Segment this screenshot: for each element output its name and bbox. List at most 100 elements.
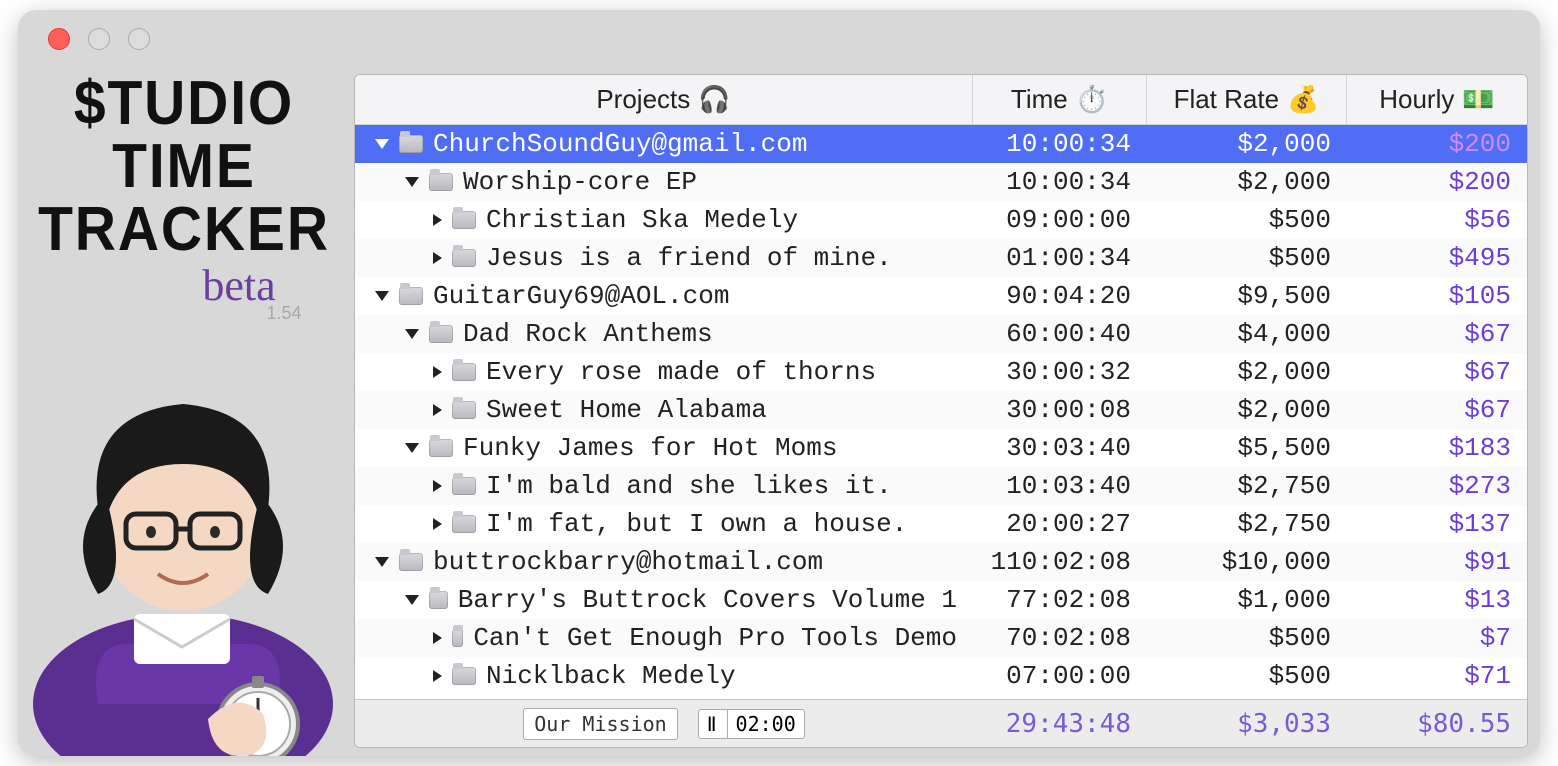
close-button[interactable] — [48, 28, 70, 50]
disclosure-down-icon[interactable] — [375, 557, 389, 567]
header-projects-label: Projects — [596, 84, 690, 115]
headphones-icon: 🎧 — [698, 84, 730, 115]
flatrate-cell: $2,000 — [1147, 395, 1347, 425]
table-row[interactable]: Nicklback Medely07:00:00$500$71 — [355, 657, 1527, 695]
flatrate-cell: $2,000 — [1147, 167, 1347, 197]
table-row[interactable]: Worship-core EP10:00:34$2,000$200 — [355, 163, 1527, 201]
disclosure-right-icon[interactable] — [433, 252, 442, 264]
zoom-button[interactable] — [128, 28, 150, 50]
folder-icon — [452, 515, 476, 533]
pause-button[interactable]: Ⅱ — [699, 710, 728, 738]
table-row[interactable]: buttrockbarry@hotmail.com110:02:08$10,00… — [355, 543, 1527, 581]
hourly-cell: $105 — [1347, 281, 1527, 311]
table-row[interactable]: Jesus is a friend of mine.01:00:34$500$4… — [355, 239, 1527, 277]
app-logo: $TUDIO TIME TRACKER — [31, 72, 336, 262]
flatrate-cell: $500 — [1147, 661, 1347, 691]
project-cell: Jesus is a friend of mine. — [355, 243, 973, 273]
hourly-cell: $13 — [1347, 585, 1527, 615]
table-row[interactable]: GuitarGuy69@AOL.com90:04:20$9,500$105 — [355, 277, 1527, 315]
project-cell: GuitarGuy69@AOL.com — [355, 281, 973, 311]
header-flatrate-label: Flat Rate — [1174, 84, 1280, 115]
hourly-cell: $67 — [1347, 319, 1527, 349]
hourly-cell: $495 — [1347, 243, 1527, 273]
flatrate-cell: $1,000 — [1147, 585, 1347, 615]
table-row[interactable]: Sweet Home Alabama30:00:08$2,000$67 — [355, 391, 1527, 429]
hourly-cell: $200 — [1347, 129, 1527, 159]
folder-icon — [429, 591, 448, 609]
main-panel: Projects 🎧 Time ⏱️ Flat Rate 💰 Hourly 💵 — [350, 68, 1540, 756]
time-cell: 77:02:08 — [973, 585, 1147, 615]
disclosure-right-icon[interactable] — [433, 670, 442, 682]
disclosure-right-icon[interactable] — [433, 632, 442, 644]
folder-icon — [399, 287, 423, 305]
table-row[interactable]: Every rose made of thorns30:00:32$2,000$… — [355, 353, 1527, 391]
folder-icon — [429, 173, 453, 191]
mission-button[interactable]: Our Mission — [523, 708, 677, 740]
project-name: Sweet Home Alabama — [486, 395, 767, 425]
disclosure-down-icon[interactable] — [405, 595, 419, 605]
flatrate-cell: $500 — [1147, 623, 1347, 653]
disclosure-right-icon[interactable] — [433, 214, 442, 226]
folder-icon — [452, 477, 476, 495]
time-cell: 07:00:00 — [973, 661, 1147, 691]
table-row[interactable]: I'm fat, but I own a house.20:00:27$2,75… — [355, 505, 1527, 543]
folder-icon — [452, 249, 476, 267]
project-name: Barry's Buttrock Covers Volume 1 — [458, 585, 957, 615]
project-name: GuitarGuy69@AOL.com — [433, 281, 729, 311]
header-hourly-label: Hourly — [1379, 84, 1454, 115]
time-cell: 30:00:08 — [973, 395, 1147, 425]
table-body: ChurchSoundGuy@gmail.com10:00:34$2,000$2… — [355, 125, 1527, 699]
project-cell: I'm bald and she likes it. — [355, 471, 973, 501]
project-name: Christian Ska Medely — [486, 205, 798, 235]
project-cell: ChurchSoundGuy@gmail.com — [355, 129, 973, 159]
time-cell: 10:00:34 — [973, 129, 1147, 159]
stopwatch-icon: ⏱️ — [1076, 84, 1108, 115]
header-projects[interactable]: Projects 🎧 — [355, 75, 973, 124]
project-name: Every rose made of thorns — [486, 357, 876, 387]
project-name: Worship-core EP — [463, 167, 697, 197]
table-row[interactable]: Funky James for Hot Moms30:03:40$5,500$1… — [355, 429, 1527, 467]
folder-icon — [452, 401, 476, 419]
time-cell: 30:03:40 — [973, 433, 1147, 463]
disclosure-right-icon[interactable] — [433, 518, 442, 530]
disclosure-down-icon[interactable] — [405, 329, 419, 339]
folder-icon — [452, 629, 463, 647]
disclosure-down-icon[interactable] — [375, 291, 389, 301]
folder-icon — [452, 667, 476, 685]
table-row[interactable]: ChurchSoundGuy@gmail.com10:00:34$2,000$2… — [355, 125, 1527, 163]
header-flatrate[interactable]: Flat Rate 💰 — [1147, 75, 1347, 124]
timer-value: 02:00 — [728, 710, 804, 738]
disclosure-right-icon[interactable] — [433, 480, 442, 492]
disclosure-right-icon[interactable] — [433, 366, 442, 378]
table-row[interactable]: Dad Rock Anthems60:00:40$4,000$67 — [355, 315, 1527, 353]
project-name: Jesus is a friend of mine. — [486, 243, 892, 273]
titlebar — [18, 10, 1540, 68]
table-row[interactable]: I'm bald and she likes it.10:03:40$2,750… — [355, 467, 1527, 505]
table-footer: Our Mission Ⅱ 02:00 29:43:48 $3,033 $80.… — [355, 699, 1527, 747]
footer-total-flat: $3,033 — [1147, 709, 1347, 739]
project-cell: Barry's Buttrock Covers Volume 1 — [355, 585, 973, 615]
table-row[interactable]: Barry's Buttrock Covers Volume 1 77:02:08… — [355, 581, 1527, 619]
hourly-cell: $137 — [1347, 509, 1527, 539]
hourly-cell: $273 — [1347, 471, 1527, 501]
folder-icon — [429, 325, 453, 343]
table-row[interactable]: Can't Get Enough Pro Tools Demo70:02:08$… — [355, 619, 1527, 657]
time-cell: 110:02:08 — [973, 547, 1147, 577]
disclosure-down-icon[interactable] — [375, 139, 389, 149]
project-name: I'm fat, but I own a house. — [486, 509, 907, 539]
sidebar: $TUDIO TIME TRACKER beta 1.54 — [18, 68, 350, 756]
folder-icon — [399, 553, 423, 571]
time-cell: 01:00:34 — [973, 243, 1147, 273]
project-name: Nicklback Medely — [486, 661, 736, 691]
minimize-button[interactable] — [88, 28, 110, 50]
header-hourly[interactable]: Hourly 💵 — [1347, 75, 1527, 124]
project-name: ChurchSoundGuy@gmail.com — [433, 129, 807, 159]
hourly-cell: $200 — [1347, 167, 1527, 197]
disclosure-down-icon[interactable] — [405, 177, 419, 187]
disclosure-right-icon[interactable] — [433, 404, 442, 416]
header-time[interactable]: Time ⏱️ — [973, 75, 1147, 124]
footer-total-hourly: $80.55 — [1347, 709, 1527, 739]
disclosure-down-icon[interactable] — [405, 443, 419, 453]
logo-line-1: $TUDIO — [31, 72, 336, 135]
table-row[interactable]: Christian Ska Medely09:00:00$500$56 — [355, 201, 1527, 239]
